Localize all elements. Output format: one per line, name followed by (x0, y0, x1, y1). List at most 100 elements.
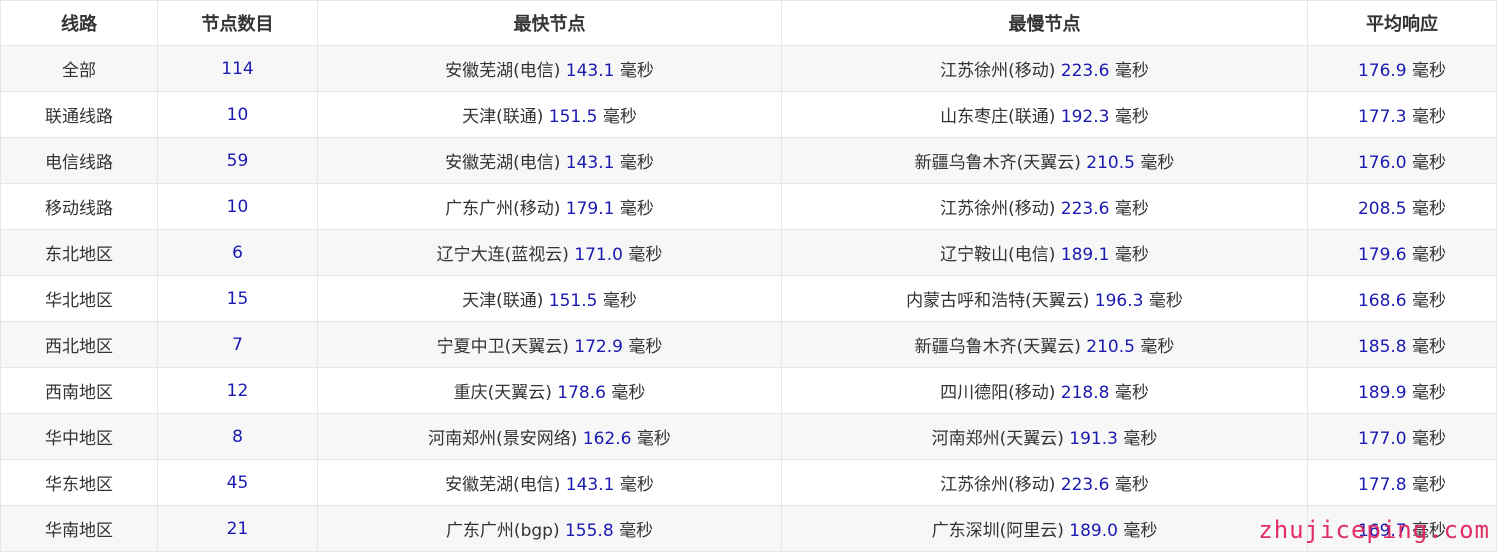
node-count-cell: 15 (157, 275, 318, 322)
slowest-node-location: 新疆乌鲁木齐(天翼云) (914, 337, 1081, 357)
line-cell: 东北地区 (0, 229, 158, 276)
average-response-ms: 177.0 (1357, 429, 1407, 449)
header-fastest-node: 最快节点 (317, 0, 782, 46)
unit-label: 毫秒 (628, 337, 663, 357)
unit-label: 毫秒 (619, 475, 654, 495)
node-count-cell: 10 (157, 91, 318, 138)
slowest-node-ms: 196.3 (1094, 291, 1144, 311)
header-node-count: 节点数目 (157, 0, 318, 46)
slowest-node-location: 山东枣庄(联通) (940, 107, 1056, 127)
unit-label: 毫秒 (1114, 383, 1149, 403)
slowest-node-cell: 四川德阳(移动) 218.8 毫秒 (781, 367, 1308, 414)
average-response-ms: 208.5 (1357, 199, 1407, 219)
average-response-cell: 179.6 毫秒 (1307, 229, 1497, 276)
fastest-node-ms: 155.8 (564, 521, 614, 541)
average-response-ms: 189.9 (1357, 383, 1407, 403)
unit-label: 毫秒 (1114, 245, 1149, 265)
average-response-cell: 189.9 毫秒 (1307, 367, 1497, 414)
slowest-node-location: 四川德阳(移动) (940, 383, 1056, 403)
table-row: 电信线路 59 安徽芜湖(电信) 143.1 毫秒 新疆乌鲁木齐(天翼云) 210.5… (0, 137, 1497, 184)
line-cell: 联通线路 (0, 91, 158, 138)
average-response-ms: 176.0 (1357, 153, 1407, 173)
unit-label: 毫秒 (1412, 291, 1447, 311)
slowest-node-location: 新疆乌鲁木齐(天翼云) (914, 153, 1081, 173)
fastest-node-cell: 辽宁大连(蓝视云) 171.0 毫秒 (317, 229, 782, 276)
slowest-node-cell: 广东深圳(阿里云) 189.0 毫秒 (781, 505, 1308, 552)
fastest-node-location: 天津(联通) (462, 107, 544, 127)
header-slowest-node: 最慢节点 (781, 0, 1308, 46)
table-row: 华东地区 45 安徽芜湖(电信) 143.1 毫秒 江苏徐州(移动) 223.6 毫秒… (0, 459, 1497, 506)
fastest-node-ms: 143.1 (565, 61, 615, 81)
line-cell: 西北地区 (0, 321, 158, 368)
fastest-node-location: 河南郑州(景安网络) (428, 429, 578, 449)
fastest-node-cell: 安徽芜湖(电信) 143.1 毫秒 (317, 45, 782, 92)
table-row: 移动线路 10 广东广州(移动) 179.1 毫秒 江苏徐州(移动) 223.6 毫秒… (0, 183, 1497, 230)
average-response-ms: 177.8 (1357, 475, 1407, 495)
fastest-node-ms: 171.0 (574, 245, 623, 265)
fastest-node-ms: 151.5 (548, 107, 598, 127)
unit-label: 毫秒 (1114, 107, 1149, 127)
unit-label: 毫秒 (1412, 153, 1447, 173)
unit-label: 毫秒 (1123, 429, 1158, 449)
slowest-node-location: 河南郑州(天翼云) (931, 429, 1064, 449)
node-count-cell: 21 (157, 505, 318, 552)
fastest-node-cell: 广东广州(移动) 179.1 毫秒 (317, 183, 782, 230)
average-response-ms: 176.9 (1357, 61, 1407, 81)
slowest-node-cell: 新疆乌鲁木齐(天翼云) 210.5 毫秒 (781, 137, 1308, 184)
slowest-node-ms: 192.3 (1060, 107, 1110, 127)
table-row: 全部 114 安徽芜湖(电信) 143.1 毫秒 江苏徐州(移动) 223.6 毫秒 1… (0, 45, 1497, 92)
unit-label: 毫秒 (1412, 61, 1447, 81)
average-response-cell: 169.7 毫秒 (1307, 505, 1497, 552)
unit-label: 毫秒 (1140, 153, 1175, 173)
unit-label: 毫秒 (1412, 475, 1447, 495)
header-line: 线路 (0, 0, 158, 46)
node-count-cell: 8 (157, 413, 318, 460)
fastest-node-location: 辽宁大连(蓝视云) (436, 245, 569, 265)
speed-test-table: 线路 节点数目 最快节点 最慢节点 平均响应 全部 114 安徽芜湖(电信) 143… (0, 0, 1497, 552)
average-response-cell: 177.3 毫秒 (1307, 91, 1497, 138)
average-response-cell: 208.5 毫秒 (1307, 183, 1497, 230)
fastest-node-ms: 178.6 (557, 383, 606, 403)
node-count-cell: 6 (157, 229, 318, 276)
node-count-cell: 45 (157, 459, 318, 506)
line-cell: 电信线路 (0, 137, 158, 184)
unit-label: 毫秒 (1412, 429, 1447, 449)
unit-label: 毫秒 (619, 521, 654, 541)
unit-label: 毫秒 (1114, 475, 1149, 495)
line-cell: 华南地区 (0, 505, 158, 552)
unit-label: 毫秒 (636, 429, 671, 449)
unit-label: 毫秒 (1412, 199, 1447, 219)
unit-label: 毫秒 (1140, 337, 1175, 357)
slowest-node-location: 江苏徐州(移动) (940, 475, 1056, 495)
node-count-cell: 114 (157, 45, 318, 92)
fastest-node-cell: 安徽芜湖(电信) 143.1 毫秒 (317, 459, 782, 506)
average-response-cell: 168.6 毫秒 (1307, 275, 1497, 322)
slowest-node-location: 辽宁鞍山(电信) (940, 245, 1056, 265)
average-response-ms: 169.7 (1357, 521, 1407, 541)
line-cell: 华中地区 (0, 413, 158, 460)
unit-label: 毫秒 (1412, 245, 1447, 265)
slowest-node-ms: 210.5 (1086, 153, 1135, 173)
table-row: 东北地区 6 辽宁大连(蓝视云) 171.0 毫秒 辽宁鞍山(电信) 189.1 毫秒… (0, 229, 1497, 276)
table-row: 西北地区 7 宁夏中卫(天翼云) 172.9 毫秒 新疆乌鲁木齐(天翼云) 210.5… (0, 321, 1497, 368)
table-row: 华北地区 15 天津(联通) 151.5 毫秒 内蒙古呼和浩特(天翼云) 196.3 … (0, 275, 1497, 322)
average-response-ms: 179.6 (1357, 245, 1407, 265)
slowest-node-cell: 江苏徐州(移动) 223.6 毫秒 (781, 45, 1308, 92)
unit-label: 毫秒 (628, 245, 663, 265)
slowest-node-ms: 223.6 (1060, 199, 1110, 219)
fastest-node-ms: 151.5 (548, 291, 598, 311)
node-count-cell: 10 (157, 183, 318, 230)
table-row: 华中地区 8 河南郑州(景安网络) 162.6 毫秒 河南郑州(天翼云) 191.3 … (0, 413, 1497, 460)
node-count-cell: 7 (157, 321, 318, 368)
fastest-node-location: 广东广州(移动) (445, 199, 561, 219)
average-response-cell: 176.9 毫秒 (1307, 45, 1497, 92)
fastest-node-ms: 143.1 (565, 475, 615, 495)
average-response-cell: 185.8 毫秒 (1307, 321, 1497, 368)
fastest-node-location: 安徽芜湖(电信) (445, 153, 561, 173)
slowest-node-cell: 江苏徐州(移动) 223.6 毫秒 (781, 183, 1308, 230)
slowest-node-ms: 218.8 (1060, 383, 1110, 403)
unit-label: 毫秒 (619, 199, 654, 219)
node-count-cell: 59 (157, 137, 318, 184)
line-cell: 华北地区 (0, 275, 158, 322)
slowest-node-ms: 189.1 (1060, 245, 1110, 265)
